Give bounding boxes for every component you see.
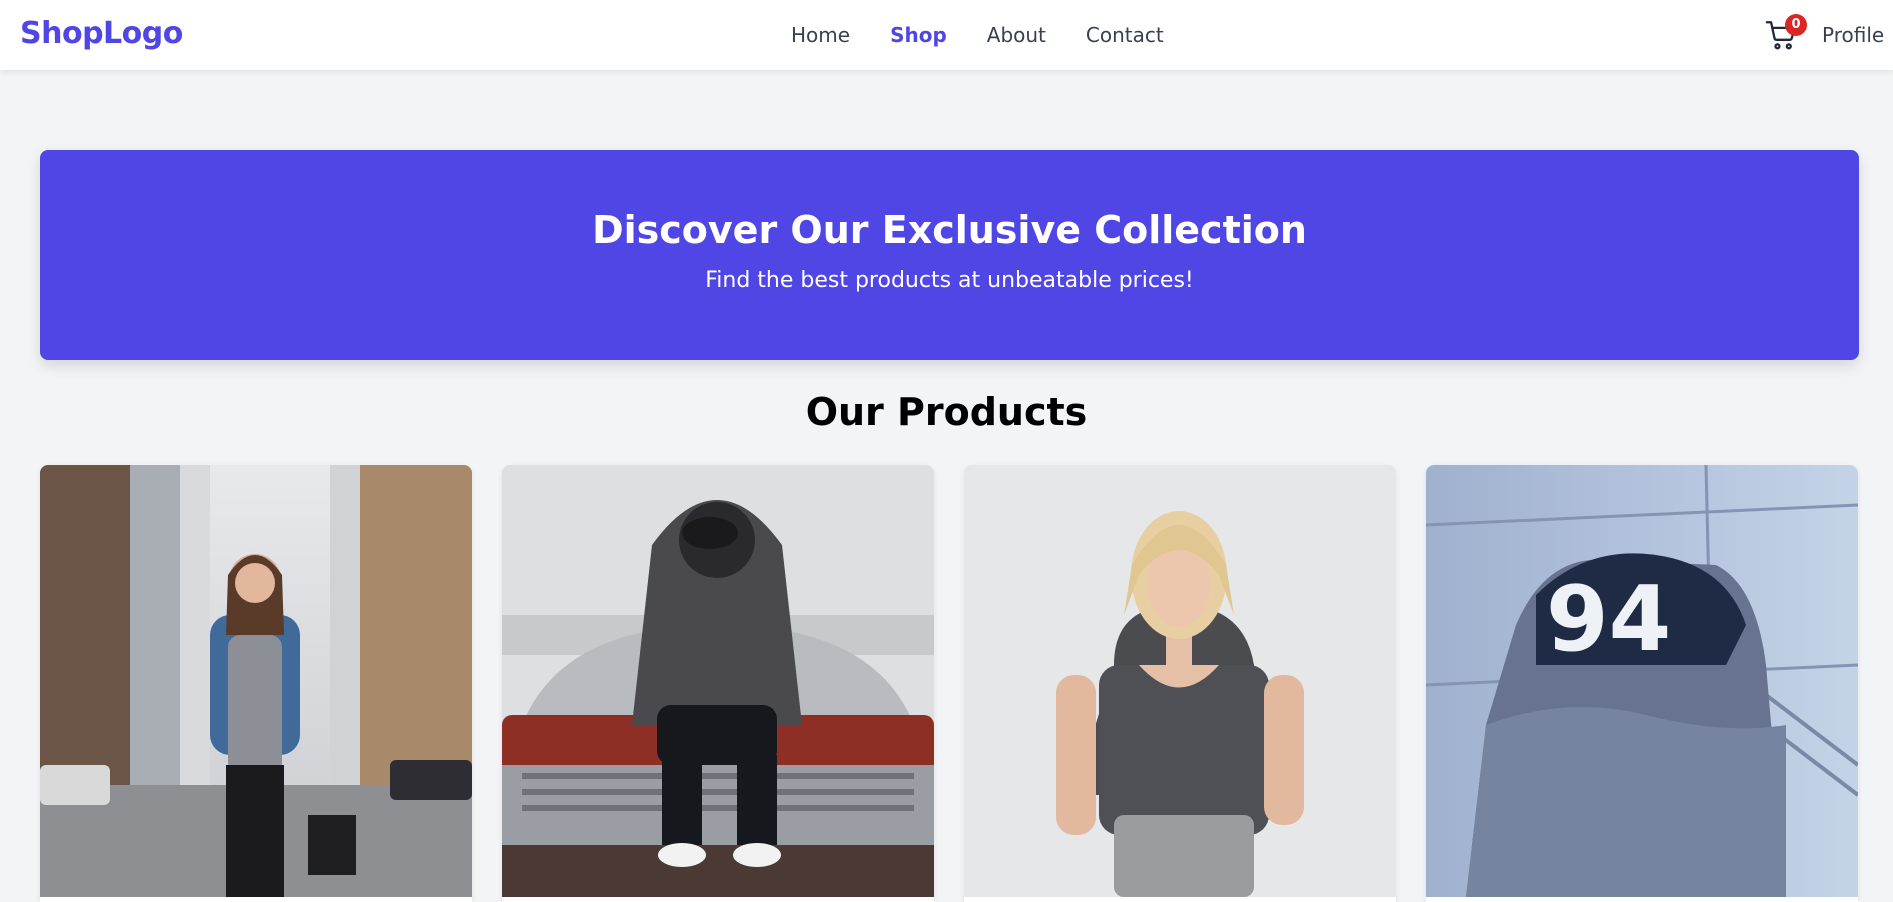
- product-card[interactable]: [964, 465, 1396, 902]
- product-card[interactable]: 94: [1426, 465, 1858, 902]
- profile-link[interactable]: Profile: [1822, 23, 1884, 47]
- product-image: 94: [1426, 465, 1858, 897]
- hero-banner: Discover Our Exclusive Collection Find t…: [40, 150, 1859, 360]
- nav-contact[interactable]: Contact: [1086, 23, 1164, 47]
- nav-shop[interactable]: Shop: [890, 23, 947, 47]
- nav-about[interactable]: About: [987, 23, 1046, 47]
- product-image: [964, 465, 1396, 897]
- product-card[interactable]: [40, 465, 472, 902]
- cart-button[interactable]: 0: [1762, 14, 1807, 54]
- main-nav: Home Shop About Contact: [791, 23, 1164, 47]
- cart-count-badge: 0: [1785, 14, 1807, 36]
- navbar: ShopLogo Home Shop About Contact 0 Profi…: [0, 0, 1893, 70]
- product-card[interactable]: [502, 465, 934, 902]
- svg-text:94: 94: [1546, 567, 1671, 672]
- shop-logo[interactable]: ShopLogo: [20, 16, 183, 51]
- products-section-title: Our Products: [805, 390, 1088, 434]
- product-image: [502, 465, 934, 897]
- hero-subtitle: Find the best products at unbeatable pri…: [705, 268, 1194, 293]
- hero-title: Discover Our Exclusive Collection: [592, 208, 1307, 252]
- product-image: [40, 465, 472, 897]
- nav-home[interactable]: Home: [791, 23, 850, 47]
